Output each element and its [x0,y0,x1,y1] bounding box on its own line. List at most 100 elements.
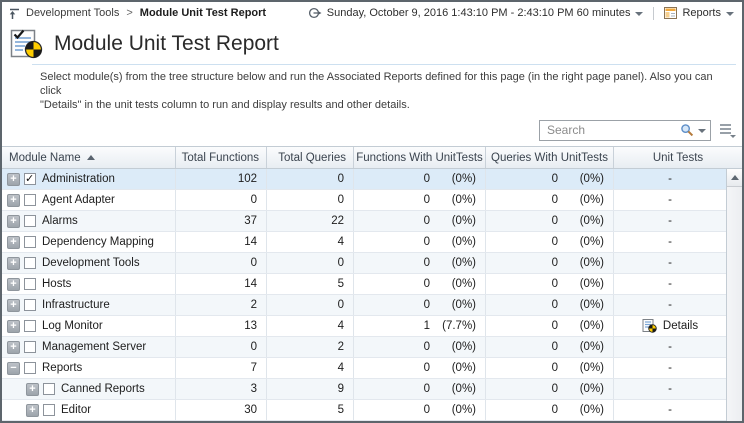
functions-unittests-count: 0 [361,341,430,353]
table-row[interactable]: + Administration 102 0 0 (0%) 0 (0%) [2,169,726,190]
grid-rows: + Administration 102 0 0 (0%) 0 (0%) [2,169,726,421]
total-queries-cell: 5 [267,274,354,294]
reports-caret-icon[interactable] [726,12,734,16]
column-header-total-functions[interactable]: Total Functions [176,147,267,168]
time-range-selector[interactable]: Sunday, October 9, 2016 1:43:10 PM - 2:4… [308,6,644,20]
total-functions-cell: 30 [176,400,267,420]
unit-tests-dash: - [668,215,672,227]
total-queries-cell: 4 [267,358,354,378]
search-options-caret-icon[interactable] [698,129,706,133]
search-input[interactable] [545,122,680,138]
module-name-cell: + Management Server [2,337,176,357]
page-description-line1: Select module(s) from the tree structure… [40,70,734,98]
row-checkbox[interactable] [24,362,36,374]
table-row[interactable]: + Canned Reports 3 9 0 (0%) 0 (0%) [2,379,726,400]
expand-toggle-icon[interactable]: + [7,320,20,333]
row-checkbox[interactable] [43,383,55,395]
functions-unittests-count: 0 [361,278,430,290]
expand-toggle-icon[interactable]: + [7,278,20,291]
column-header-functions-with-unittests[interactable]: Functions With UnitTests [354,147,486,168]
unit-tests-cell: - [614,337,726,357]
functions-unittests-count: 0 [361,215,430,227]
details-link-label: Details [663,320,698,332]
row-checkbox[interactable] [24,278,36,290]
vertical-scrollbar[interactable] [726,169,742,421]
expand-toggle-icon[interactable]: + [26,404,39,417]
details-report-icon [642,319,657,333]
table-row[interactable]: − Reports 7 4 0 (0%) 0 (0%) [2,358,726,379]
expand-toggle-icon[interactable]: + [7,236,20,249]
total-queries-cell: 5 [267,400,354,420]
functions-unittests-percent: (0%) [430,278,476,290]
table-row[interactable]: + Dependency Mapping 14 4 0 (0%) 0 (0%) [2,232,726,253]
row-checkbox[interactable] [24,215,36,227]
expand-toggle-icon[interactable]: − [7,362,20,375]
module-name-label: Dependency Mapping [42,236,154,248]
queries-with-unittests-cell: 0 (0%) [486,358,614,378]
expand-toggle-icon[interactable]: + [7,173,20,186]
total-functions-cell: 7 [176,358,267,378]
module-grid: Module Name Total Functions Total Querie… [2,146,742,421]
queries-with-unittests-cell: 0 (0%) [486,253,614,273]
row-checkbox[interactable] [24,236,36,248]
search-box[interactable] [539,120,711,141]
functions-unittests-count: 0 [361,257,430,269]
total-functions-cell: 14 [176,232,267,252]
search-icon[interactable] [680,123,694,137]
table-row[interactable]: + Development Tools 0 0 0 (0%) 0 (0%) [2,253,726,274]
table-row[interactable]: + Hosts 14 5 0 (0%) 0 (0%) [2,274,726,295]
table-row[interactable]: + Alarms 37 22 0 (0%) 0 (0%) [2,211,726,232]
row-checkbox[interactable] [24,194,36,206]
row-checkbox[interactable] [43,404,55,416]
table-row[interactable]: + Agent Adapter 0 0 0 (0%) 0 (0%) [2,190,726,211]
scroll-up-button[interactable] [727,169,742,187]
expand-toggle-icon[interactable]: + [7,194,20,207]
row-checkbox[interactable] [24,320,36,332]
expand-toggle-icon[interactable]: + [7,215,20,228]
table-row[interactable]: + Editor 30 5 0 (0%) 0 (0%) [2,400,726,421]
scrollbar-track[interactable] [727,187,742,421]
table-row[interactable]: + Log Monitor 13 4 1 (7.7%) 0 (0%) [2,316,726,337]
time-range-caret-icon[interactable] [635,12,643,16]
row-checkbox[interactable] [24,299,36,311]
column-header-unit-tests[interactable]: Unit Tests [614,147,742,168]
module-name-cell: − Reports [2,358,176,378]
breadcrumb-current: Module Unit Test Report [140,7,266,19]
row-checkbox[interactable] [24,341,36,353]
expand-toggle-icon[interactable]: + [7,341,20,354]
unit-tests-dash: - [668,257,672,269]
queries-unittests-percent: (0%) [558,320,604,332]
queries-unittests-count: 0 [493,173,558,185]
expand-toggle-icon[interactable]: + [7,299,20,312]
up-level-icon[interactable] [8,7,21,20]
queries-unittests-percent: (0%) [558,383,604,395]
breadcrumb-parent[interactable]: Development Tools [26,7,119,19]
unit-tests-cell: Details [614,316,726,336]
queries-with-unittests-cell: 0 (0%) [486,295,614,315]
functions-with-unittests-cell: 0 (0%) [354,337,486,357]
expand-toggle-icon[interactable]: + [26,383,39,396]
column-header-module-name[interactable]: Module Name [2,147,176,168]
details-link[interactable]: Details [642,319,698,333]
module-name-label: Editor [61,404,91,416]
total-queries-cell: 0 [267,253,354,273]
queries-with-unittests-cell: 0 (0%) [486,316,614,336]
reports-button[interactable]: Reports [664,7,734,19]
functions-with-unittests-cell: 0 (0%) [354,358,486,378]
unit-tests-cell: - [614,169,726,189]
column-header-total-queries[interactable]: Total Queries [267,147,354,168]
total-functions-cell: 0 [176,253,267,273]
row-checkbox[interactable] [24,257,36,269]
topbar-right: Sunday, October 9, 2016 1:43:10 PM - 2:4… [308,6,734,20]
row-checkbox[interactable] [24,173,36,185]
queries-unittests-count: 0 [493,215,558,227]
expand-toggle-icon[interactable]: + [7,257,20,270]
table-row[interactable]: + Infrastructure 2 0 0 (0%) 0 (0%) [2,295,726,316]
total-functions-cell: 37 [176,211,267,231]
column-header-queries-with-unittests[interactable]: Queries With UnitTests [486,147,614,168]
column-chooser-icon[interactable] [720,123,735,137]
total-functions-cell: 13 [176,316,267,336]
module-name-label: Infrastructure [42,299,110,311]
time-range-icon [308,6,322,20]
table-row[interactable]: + Management Server 0 2 0 (0%) 0 (0%) [2,337,726,358]
